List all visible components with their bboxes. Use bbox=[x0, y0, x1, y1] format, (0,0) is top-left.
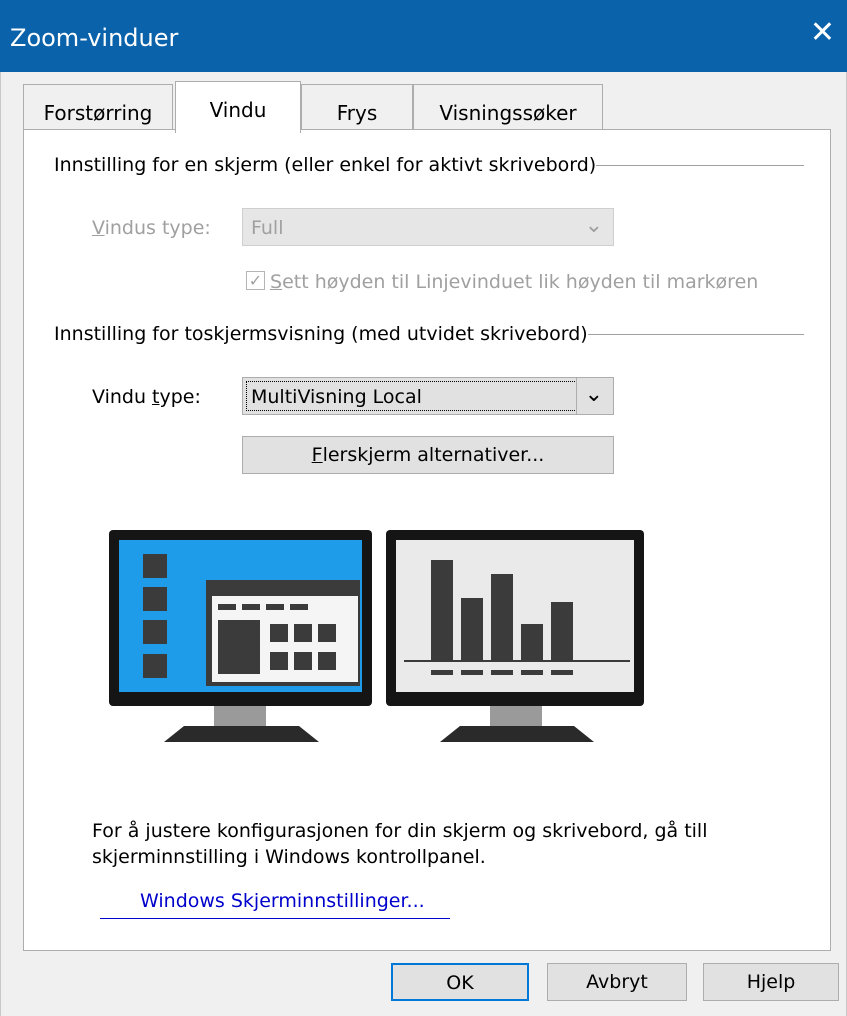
tab-label: Forstørring bbox=[43, 101, 153, 125]
ok-button[interactable]: OK bbox=[391, 963, 529, 1001]
button-mnemonic: F bbox=[311, 444, 323, 466]
select-value: Full bbox=[251, 217, 284, 239]
checkmark-icon: ✓ bbox=[248, 271, 263, 290]
cursor-height-checkbox[interactable]: ✓ bbox=[246, 271, 265, 290]
info-text-line2: skjerminnstilling i Windows kontrollpane… bbox=[92, 846, 486, 868]
single-window-type-label: Vindus type: bbox=[92, 217, 211, 239]
dialog-body: Forstørring Vindu Frys Visningssøker Inn… bbox=[0, 72, 847, 1016]
label-mnemonic: S bbox=[270, 271, 283, 293]
tab-visningssoker[interactable]: Visningssøker bbox=[413, 84, 603, 130]
help-button[interactable]: Hjelp bbox=[703, 963, 839, 1001]
right-monitor bbox=[386, 530, 644, 742]
dual-window-type-select[interactable]: MultiVisning Local ⌄ bbox=[242, 377, 614, 415]
tab-label: Visningssøker bbox=[439, 101, 577, 125]
tab-forstorring[interactable]: Forstørring bbox=[23, 84, 173, 130]
label-text: ett høyden til Linjevinduet lik høyden t… bbox=[282, 271, 759, 293]
multi-screen-options-button[interactable]: Flerskjerm alternativer... bbox=[242, 436, 614, 474]
group-divider bbox=[588, 334, 804, 335]
label-text: Vindu bbox=[92, 386, 153, 408]
chevron-down-icon: ⌄ bbox=[584, 382, 603, 407]
select-value: MultiVisning Local bbox=[251, 386, 422, 408]
dual-monitor-illustration bbox=[109, 530, 644, 742]
dual-screen-group-label: Innstilling for toskjermsvisning (med ut… bbox=[54, 323, 588, 345]
label-text: ype: bbox=[159, 386, 201, 408]
group-divider bbox=[596, 165, 804, 166]
dual-window-type-label: Vindu type: bbox=[92, 386, 201, 408]
tab-label: Frys bbox=[336, 101, 378, 125]
label-mnemonic: t bbox=[152, 386, 160, 408]
label-mnemonic: V bbox=[92, 217, 105, 239]
single-screen-group-label: Innstilling for en skjerm (eller enkel f… bbox=[54, 154, 597, 176]
title-bar: Zoom-vinduer ✕ bbox=[0, 0, 847, 72]
left-monitor bbox=[109, 530, 372, 742]
cancel-button[interactable]: Avbryt bbox=[547, 963, 687, 1001]
button-label: lerskjerm alternativer... bbox=[322, 444, 545, 466]
tab-panel: Innstilling for en skjerm (eller enkel f… bbox=[23, 129, 831, 951]
single-window-type-select[interactable]: Full ⌄ bbox=[242, 208, 614, 246]
cursor-height-label: Sett høyden til Linjevinduet lik høyden … bbox=[270, 271, 758, 293]
close-icon[interactable]: ✕ bbox=[810, 18, 835, 48]
tab-frys[interactable]: Frys bbox=[301, 84, 413, 130]
tab-vindu[interactable]: Vindu bbox=[175, 81, 301, 133]
label-text: indus type: bbox=[104, 217, 211, 239]
chevron-down-icon: ⌄ bbox=[584, 213, 603, 238]
tab-label: Vindu bbox=[209, 98, 267, 122]
info-text-line1: For å justere konfigurasjonen for din sk… bbox=[92, 820, 708, 842]
windows-display-settings-link[interactable]: Windows Skjerminnstillinger... bbox=[140, 890, 425, 912]
window-title: Zoom-vinduer bbox=[10, 24, 179, 52]
link-underline bbox=[100, 918, 450, 919]
select-divider bbox=[576, 378, 577, 414]
